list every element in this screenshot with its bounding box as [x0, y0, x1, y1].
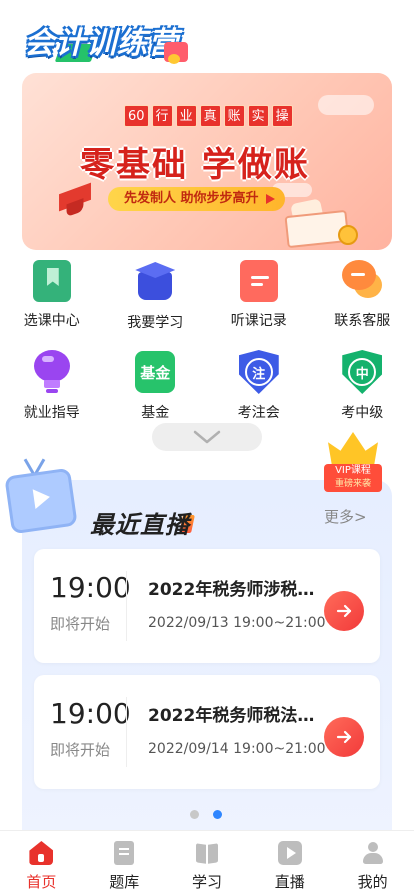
- live-title: 2022年税务师涉税…: [148, 580, 315, 600]
- crown-icon: [328, 432, 378, 466]
- menu-item-my-study[interactable]: 我要学习: [104, 260, 208, 338]
- banner-tag-char: 60: [124, 105, 149, 127]
- graduation-cap-icon: [135, 260, 176, 304]
- menu-item-label: 考中级: [341, 405, 384, 421]
- vip-badge-subtitle: 重磅来袭: [334, 479, 371, 489]
- lightbulb-icon: [32, 350, 72, 394]
- live-card[interactable]: 19:00 即将开始 2022年税务师税法… 2022/09/14 19:00~…: [34, 675, 380, 789]
- intermediate-shield-icon: 中: [342, 350, 383, 394]
- tab-profile[interactable]: 我的: [331, 831, 414, 896]
- vip-badge[interactable]: VIP课程 重磅来袭: [322, 430, 384, 494]
- graduation-cap-icon: [59, 182, 91, 212]
- banner-tag-char: 业: [175, 105, 197, 127]
- notes-icon: [239, 260, 278, 302]
- go-button[interactable]: [324, 717, 364, 757]
- logo-text: 会计训练营: [24, 26, 179, 61]
- banner-tag-char: 真: [199, 105, 221, 127]
- arrow-right-icon: [336, 730, 352, 744]
- menu-item-intermediate-exam[interactable]: 中 考中级: [311, 350, 414, 428]
- pagination-dot[interactable]: [190, 810, 199, 819]
- menu-item-label: 就业指导: [23, 405, 80, 421]
- profile-icon: [361, 841, 385, 865]
- menu-item-fund[interactable]: 基金 基金: [104, 350, 208, 428]
- tab-label: 学习: [191, 873, 222, 891]
- menu-item-label: 联系客服: [334, 313, 391, 329]
- tab-study[interactable]: 学习: [166, 831, 249, 896]
- tab-label: 题库: [109, 873, 140, 891]
- banner-tag-char: 实: [247, 105, 269, 127]
- section-title: 最近直播: [90, 511, 190, 539]
- live-date: 2022/09/14 19:00~21:00: [148, 741, 326, 757]
- banner-tag-char: 账: [223, 105, 245, 127]
- banner-tag-char: 行: [151, 105, 173, 127]
- tv-icon: [4, 458, 78, 538]
- open-book-icon: [195, 841, 219, 865]
- live-time: 19:00: [50, 571, 131, 604]
- menu-item-course-center[interactable]: 选课中心: [0, 260, 104, 338]
- banner-title: 零基础 学做账: [80, 145, 310, 185]
- tab-question-bank[interactable]: 题库: [83, 831, 166, 896]
- menu-item-label: 选课中心: [23, 313, 80, 329]
- logo-gift-icon: [164, 42, 188, 64]
- card-divider: [126, 571, 127, 641]
- live-card[interactable]: 19:00 即将开始 2022年税务师涉税… 2022/09/13 19:00~…: [34, 549, 380, 663]
- arrow-right-icon: [336, 604, 352, 618]
- tab-label: 直播: [274, 873, 305, 891]
- more-link[interactable]: 更多>: [324, 506, 367, 527]
- vip-band: VIP课程 重磅来袭: [324, 464, 382, 492]
- chevron-down-icon: [193, 430, 221, 444]
- app-logo: 会计训练营: [24, 14, 188, 66]
- expand-menu-button[interactable]: [152, 423, 262, 451]
- chat-bubbles-icon: [342, 260, 383, 302]
- pagination-dot-active[interactable]: [213, 810, 222, 819]
- pagination-dots: [190, 810, 222, 819]
- live-play-icon: [277, 841, 302, 865]
- menu-item-customer-service[interactable]: 联系客服: [311, 260, 414, 338]
- fund-icon: 基金: [135, 351, 176, 393]
- menu-item-label: 考注会: [237, 405, 280, 421]
- menu-item-label: 基金: [141, 405, 170, 421]
- bottom-tab-bar: 首页 题库 学习 直播 我的: [0, 830, 414, 896]
- live-state: 即将开始: [50, 615, 111, 633]
- home-icon: [29, 841, 54, 865]
- tab-live[interactable]: 直播: [248, 831, 331, 896]
- tab-label: 首页: [26, 873, 57, 891]
- menu-item-label: 我要学习: [127, 315, 184, 331]
- banner-subtitle: 先发制人 助你步步高升: [108, 187, 285, 211]
- banner-tag: 60 行 业 真 账 实 操: [124, 105, 293, 127]
- menu-item-career-guide[interactable]: 就业指导: [0, 350, 104, 428]
- card-divider: [126, 697, 127, 767]
- live-state: 即将开始: [50, 741, 111, 759]
- cloud-decoration: [318, 95, 374, 115]
- cpa-shield-icon: 注: [238, 350, 279, 394]
- bookmark-book-icon: [32, 260, 71, 302]
- menu-item-cpa-exam[interactable]: 注 考注会: [207, 350, 311, 428]
- live-date: 2022/09/13 19:00~21:00: [148, 615, 326, 631]
- intermediate-shield-text: 中: [348, 358, 377, 386]
- coin-icon: [338, 225, 358, 245]
- menu-item-study-records[interactable]: 听课记录: [207, 260, 311, 338]
- go-button[interactable]: [324, 591, 364, 631]
- live-title: 2022年税务师税法…: [148, 706, 315, 726]
- cpa-shield-text: 注: [244, 358, 273, 386]
- live-time: 19:00: [50, 697, 131, 730]
- promo-banner[interactable]: 60 行 业 真 账 实 操 零基础 学做账 先发制人 助你步步高升: [22, 73, 392, 250]
- feature-menu-grid: 选课中心 我要学习 听课记录 联系客服 就业指导 基金 基金 注 考注会 中 考…: [0, 260, 414, 428]
- question-bank-icon: [114, 841, 135, 865]
- banner-tag-char: 操: [271, 105, 293, 127]
- vip-badge-title: VIP课程: [335, 465, 371, 476]
- menu-item-label: 听课记录: [230, 313, 287, 329]
- tab-label: 我的: [357, 873, 388, 891]
- tab-home[interactable]: 首页: [0, 831, 83, 896]
